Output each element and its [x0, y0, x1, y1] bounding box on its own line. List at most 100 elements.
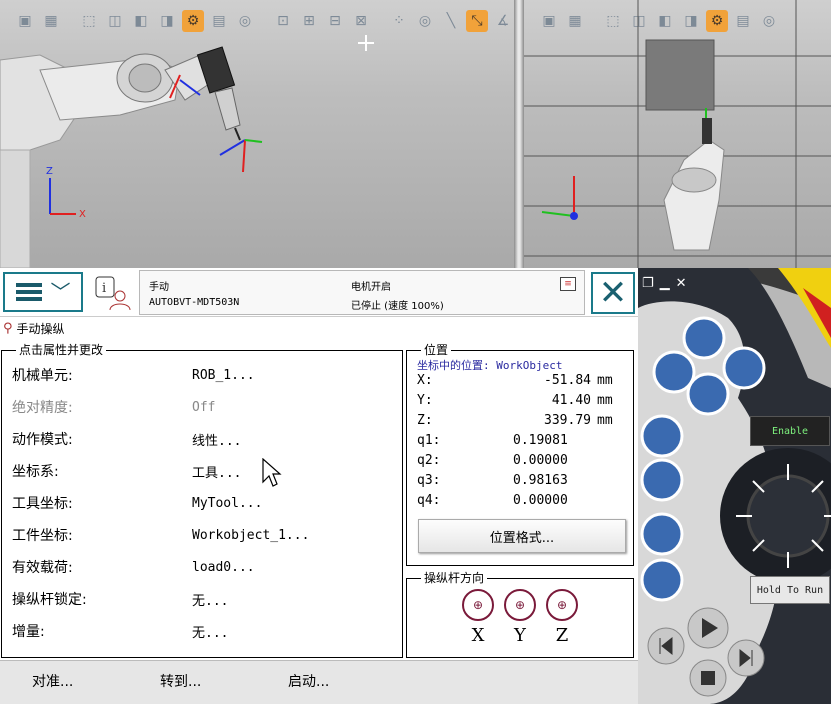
property-value: load0...	[192, 559, 255, 575]
property-label: 机械单元:	[12, 368, 73, 384]
property-label: 绝对精度:	[12, 400, 73, 416]
joystick-direction-icon: ⊕	[546, 589, 578, 621]
position-key: q2:	[417, 453, 441, 468]
mouse-pointer-icon	[262, 458, 282, 487]
minimize-icon[interactable]: ▁	[660, 276, 670, 291]
position-group: 位置 坐标中的位置: WorkObject X: -51.84 mm Y: 41…	[406, 342, 634, 566]
joystick-axis-label: Y	[514, 625, 526, 646]
position-value: 339.79	[544, 413, 591, 428]
axis-z-label: Z	[46, 166, 53, 177]
property-mechanical-unit[interactable]: 机械单元: ROB_1...	[12, 359, 392, 391]
position-row-y: Y: 41.40 mm	[417, 393, 627, 413]
hold-to-run-button[interactable]: Hold To Run	[750, 576, 830, 604]
status-run-state: 已停止 (速度 100%)	[351, 301, 444, 312]
property-joystick-lock[interactable]: 操纵杆锁定: 无...	[12, 583, 392, 615]
property-absolute-accuracy: 绝对精度: Off	[12, 391, 392, 423]
hardware-pendant: ❐ ▁ ✕ Enable Hold To Run	[638, 268, 831, 704]
property-coordinate-system[interactable]: 坐标系: 工具...	[12, 455, 392, 487]
property-motion-mode[interactable]: 动作模式: 线性...	[12, 423, 392, 455]
position-row-q3: q3: 0.98163	[417, 473, 627, 493]
property-value: ROB_1...	[192, 367, 255, 383]
tasks-status-icon[interactable]: ≡	[560, 277, 576, 291]
property-value: Off	[192, 399, 216, 415]
svg-text:i: i	[102, 281, 106, 296]
property-tool[interactable]: 工具坐标: MyTool...	[12, 487, 392, 519]
start-button[interactable]: 启动...	[288, 671, 329, 691]
position-key: Z:	[417, 413, 433, 428]
property-label: 工具坐标:	[12, 496, 73, 512]
viewport-right[interactable]: ▣ ▦ ⬚ ◫ ◧ ◨ ⚙ ▤ ◎	[524, 0, 831, 268]
position-group-title: 位置	[421, 342, 452, 358]
properties-group-title: 点击属性并更改	[16, 342, 107, 358]
property-work-object[interactable]: 工件坐标: Workobject_1...	[12, 519, 392, 551]
property-value: 线性...	[192, 433, 242, 449]
position-row-q1: q1: 0.19081	[417, 433, 627, 453]
status-bar[interactable]: 手动 AUTOBVT-MDT503N 电机开启 已停止 (速度 100%) ≡	[139, 270, 585, 315]
page-title: 手动操纵	[16, 322, 65, 336]
abb-menu-button[interactable]: ﹀	[3, 272, 83, 312]
align-button[interactable]: 对准...	[32, 671, 73, 691]
hamburger-icon	[15, 283, 42, 301]
position-format-button[interactable]: 位置格式...	[418, 519, 626, 553]
event-log-icon[interactable]: i	[92, 274, 134, 312]
status-mode: 手动	[149, 282, 169, 293]
close-button[interactable]: ✕	[591, 272, 635, 314]
property-label: 工件坐标:	[12, 528, 73, 544]
position-key: q3:	[417, 473, 441, 488]
axis-x-label: X	[79, 209, 86, 220]
property-label: 操纵杆锁定:	[12, 592, 87, 608]
property-value: Workobject_1...	[192, 527, 310, 543]
position-row-q4: q4: 0.00000	[417, 493, 627, 513]
pendant-body	[638, 268, 831, 704]
position-key: q1:	[417, 433, 441, 448]
hardware-window-controls: ❐ ▁ ✕	[642, 276, 687, 291]
position-unit: mm	[597, 413, 613, 428]
joystick-direction-group: 操纵杆方向 ⊕ X ⊕ Y ⊕ Z	[406, 570, 634, 658]
position-row-q2: q2: 0.00000	[417, 453, 627, 473]
position-key: X:	[417, 373, 433, 388]
joystick-axis-x: ⊕ X	[458, 589, 498, 646]
chevron-down-icon: ﹀	[50, 280, 71, 304]
goto-button[interactable]: 转到...	[160, 671, 201, 691]
property-value: 无...	[192, 625, 229, 641]
property-label: 有效载荷:	[12, 560, 73, 576]
position-value: 0.00000	[513, 453, 568, 468]
viewport-splitter[interactable]	[514, 0, 524, 268]
property-label: 增量:	[12, 624, 45, 640]
position-unit: mm	[597, 393, 613, 408]
joystick-axis-label: Z	[555, 625, 569, 646]
property-increment[interactable]: 增量: 无...	[12, 615, 392, 647]
position-row-x: X: -51.84 mm	[417, 373, 627, 393]
status-motor-state: 电机开启	[351, 282, 391, 293]
position-key: q4:	[417, 493, 441, 508]
property-label: 动作模式:	[12, 432, 73, 448]
position-row-z: Z: 339.79 mm	[417, 413, 627, 433]
joystick-axis-z: ⊕ Z	[542, 589, 582, 646]
enable-button[interactable]: Enable	[750, 416, 830, 446]
property-payload[interactable]: 有效载荷: load0...	[12, 551, 392, 583]
joystick-direction-icon: ⊕	[462, 589, 494, 621]
window-title-row: ⚲ 手动操纵	[0, 316, 638, 340]
position-key: Y:	[417, 393, 433, 408]
status-system-name: AUTOBVT-MDT503N	[149, 297, 240, 308]
position-value: -51.84	[544, 373, 591, 388]
property-value: 无...	[192, 593, 229, 609]
properties-group: 点击属性并更改 机械单元: ROB_1... 绝对精度: Off 动作模式: 线…	[1, 342, 403, 658]
position-unit: mm	[597, 373, 613, 388]
joystick-group-title: 操纵杆方向	[421, 570, 488, 586]
command-bar: 对准... 转到... 启动...	[0, 660, 638, 704]
position-value: 0.19081	[513, 433, 568, 448]
flexpendant-panel: ﹀ i 手动 AUTOBVT-MDT503N 电机开启 已停止 (速度 100%…	[0, 268, 638, 704]
close-icon[interactable]: ✕	[676, 276, 687, 291]
property-value: MyTool...	[192, 495, 263, 511]
restore-icon[interactable]: ❐	[642, 276, 654, 291]
property-label: 坐标系:	[12, 464, 59, 480]
robot-scene-right	[524, 0, 831, 268]
position-value: 0.98163	[513, 473, 568, 488]
position-reference: 坐标中的位置: WorkObject	[417, 359, 563, 372]
viewport-left[interactable]: ▣ ▦ ⬚ ◫ ◧ ◨ ⚙ ▤ ◎ ⊡ ⊞ ⊟ ⊠ ⁘ ◎ ╲ ⤡ ∡ ⊹	[0, 0, 514, 268]
position-value: 0.00000	[513, 493, 568, 508]
joystick-direction-icon: ⊕	[504, 589, 536, 621]
joystick-axis-y: ⊕ Y	[500, 589, 540, 646]
position-value: 41.40	[551, 393, 591, 408]
